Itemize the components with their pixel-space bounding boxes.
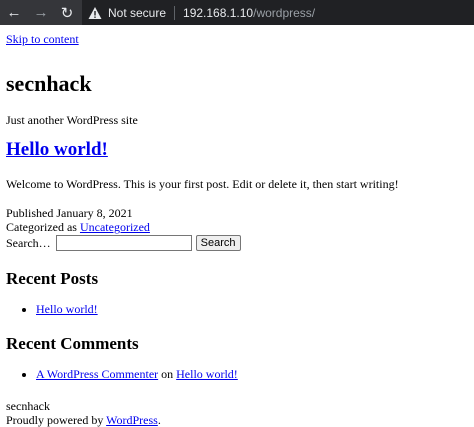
category-link[interactable]: Uncategorized xyxy=(80,220,150,234)
powered-by-prefix: Proudly powered by xyxy=(6,413,104,427)
warning-triangle-icon[interactable] xyxy=(88,6,102,20)
url-path[interactable]: /wordpress/ xyxy=(253,6,315,20)
categorized-line: Categorized as Uncategorized xyxy=(6,220,468,234)
url-host[interactable]: 192.168.1.10 xyxy=(183,6,253,20)
published-date: January 8, 2021 xyxy=(56,206,133,220)
comment-on-text: on xyxy=(161,367,174,381)
address-bar[interactable]: Not secure 192.168.1.10/wordpress/ xyxy=(82,0,474,25)
wordpress-link[interactable]: WordPress xyxy=(106,413,158,427)
recent-posts-list: Hello world! xyxy=(6,302,468,316)
post-content: Welcome to WordPress. This is your first… xyxy=(6,177,399,191)
page-content: Skip to content secnhack Just another Wo… xyxy=(0,25,474,427)
search-input[interactable] xyxy=(55,235,192,251)
published-label: Published xyxy=(6,206,54,220)
arrow-left-icon[interactable]: ← xyxy=(0,0,28,25)
footer-site-name: secnhack xyxy=(6,399,50,413)
recent-posts-title: Recent Posts xyxy=(6,269,99,288)
security-status-label[interactable]: Not secure xyxy=(108,6,166,20)
arrow-right-icon[interactable]: → xyxy=(28,0,54,25)
powered-by-suffix: . xyxy=(157,413,161,427)
site-footer: secnhack Proudly powered by WordPress. xyxy=(6,399,468,427)
search-form: Search… Search xyxy=(6,235,468,251)
recent-comments-title: Recent Comments xyxy=(6,334,139,353)
list-item: A WordPress Commenter on Hello world! xyxy=(36,367,468,381)
browser-toolbar: ← → ↻ Not secure 192.168.1.10/wordpress/ xyxy=(0,0,474,25)
published-line: Published January 8, 2021 xyxy=(6,206,468,220)
comment-post-link[interactable]: Hello world! xyxy=(176,367,238,381)
categorized-label: Categorized as xyxy=(6,220,77,234)
recent-post-link[interactable]: Hello world! xyxy=(36,302,98,316)
powered-by-line: Proudly powered by WordPress. xyxy=(6,413,468,427)
post-title-link[interactable]: Hello world! xyxy=(6,139,108,160)
commenter-link[interactable]: A WordPress Commenter xyxy=(36,367,158,381)
search-button[interactable]: Search xyxy=(195,235,241,251)
reload-icon[interactable]: ↻ xyxy=(54,0,80,25)
address-divider xyxy=(174,5,176,20)
list-item: Hello world! xyxy=(36,302,468,316)
skip-to-content-link[interactable]: Skip to content xyxy=(6,32,79,46)
site-title: secnhack xyxy=(6,71,92,96)
site-tagline: Just another WordPress site xyxy=(6,113,138,127)
recent-comments-list: A WordPress Commenter on Hello world! xyxy=(6,367,468,381)
search-label: Search… xyxy=(6,236,51,250)
post-title: Hello world! xyxy=(6,139,468,161)
post-meta: Published January 8, 2021 Categorized as… xyxy=(6,206,468,234)
